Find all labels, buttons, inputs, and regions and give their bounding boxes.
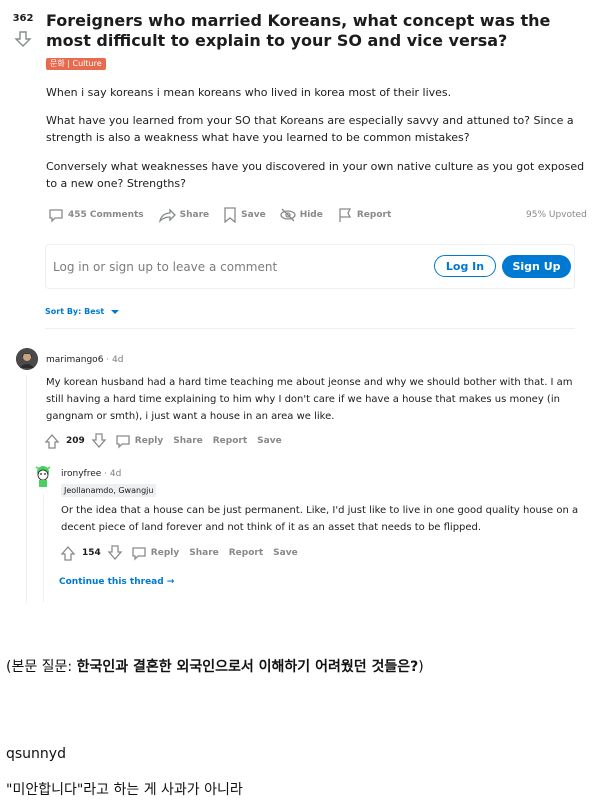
caption-question: 한국인과 결혼한 외국인으로서 이해하기 어려웠던 것들은? (76, 659, 419, 675)
comment-text: Or the idea that a house can be just per… (61, 505, 579, 533)
report-button[interactable]: Report (337, 207, 391, 223)
post-paragraph: What have you learned from your SO that … (46, 114, 574, 144)
reply-button[interactable]: Reply (115, 433, 163, 449)
username[interactable]: ironyfree (61, 469, 101, 479)
upvote-icon[interactable] (44, 433, 60, 449)
arrow-right-icon: → (166, 577, 175, 587)
comment-author[interactable]: marimango6 · 4d (46, 355, 123, 365)
comment-score: 154 (82, 548, 101, 558)
sort-dropdown[interactable]: Sort By: Best (45, 307, 121, 316)
timestamp: · 4d (104, 469, 122, 479)
save-button[interactable]: Save (223, 207, 266, 223)
flag-icon (339, 208, 351, 222)
post-score: 362 (12, 13, 34, 24)
downvote-icon[interactable] (91, 433, 107, 449)
comments-button[interactable]: 455 Comments (48, 207, 144, 223)
avatar[interactable] (16, 348, 38, 370)
reply-label: Reply (150, 548, 180, 558)
report-button[interactable]: Report (229, 548, 263, 558)
post-flair[interactable]: 문화 | Culture (46, 58, 106, 70)
continue-thread-label: Continue this thread (59, 577, 164, 587)
reply-button[interactable]: Reply (131, 545, 179, 561)
comments-count: 455 Comments (68, 210, 144, 220)
share-button[interactable]: Share (158, 207, 210, 223)
comment-icon (49, 209, 63, 223)
hide-label: Hide (299, 210, 323, 220)
thread-line[interactable] (43, 494, 44, 602)
caption-suffix: ) (418, 659, 424, 675)
timestamp: · 4d (106, 355, 124, 365)
share-button[interactable]: Share (189, 548, 219, 558)
comment-icon (116, 435, 130, 449)
comment-action-bar: 209 Reply Share Report Save (44, 433, 292, 449)
caption: (본문 질문: 한국인과 결혼한 외국인으로서 이해하기 어려웠던 것들은?) (6, 656, 424, 676)
caret-down-icon (111, 309, 120, 314)
comment-action-bar: 154 Reply Share Report Save (60, 545, 308, 561)
hide-eye-icon (280, 208, 296, 222)
downvote-icon[interactable] (14, 30, 32, 48)
report-label: Report (356, 210, 392, 220)
divider (45, 328, 575, 329)
comment-prompt[interactable]: Log in or sign up to leave a comment (53, 260, 277, 274)
comment-text: My korean husband had a hard time teachi… (46, 377, 573, 422)
post-paragraph: Conversely what weaknesses have you disc… (46, 160, 585, 190)
signup-button[interactable]: Sign Up (502, 255, 571, 278)
user-flair: Jeollanamdo, Gwangju (61, 484, 157, 497)
share-label: Share (179, 210, 210, 220)
share-button[interactable]: Share (173, 436, 203, 446)
comment-author[interactable]: ironyfree · 4d (61, 469, 121, 479)
post-action-bar: 455 Comments Share Save Hide Report (48, 206, 405, 224)
caption-prefix: (본문 질문: (6, 659, 77, 675)
downvote-icon[interactable] (107, 545, 123, 561)
next-quote: "미안합니다"라고 하는 게 사과가 아니라 (6, 782, 243, 798)
reply-label: Reply (134, 436, 164, 446)
login-button[interactable]: Log In (434, 255, 496, 277)
save-button[interactable]: Save (257, 436, 282, 446)
post-paragraph: When i say koreans i mean koreans who li… (46, 86, 452, 99)
save-button[interactable]: Save (273, 548, 298, 558)
avatar[interactable] (33, 464, 53, 490)
continue-thread-link[interactable]: Continue this thread → (59, 577, 174, 587)
report-button[interactable]: Report (213, 436, 247, 446)
share-icon (158, 208, 176, 223)
thread-line[interactable] (26, 375, 27, 603)
hide-button[interactable]: Hide (280, 207, 323, 223)
save-label: Save (241, 210, 266, 220)
next-author: qsunnyd (6, 746, 66, 762)
bookmark-icon (224, 207, 236, 223)
sort-label: Sort By: Best (45, 307, 105, 316)
upvote-ratio: 95% Upvoted (526, 210, 587, 220)
username[interactable]: marimango6 (46, 355, 103, 365)
comment-icon (132, 547, 146, 561)
upvote-icon[interactable] (60, 545, 76, 561)
comment-score: 209 (66, 436, 85, 446)
post-title[interactable]: Foreigners who married Koreans, what con… (46, 11, 586, 51)
